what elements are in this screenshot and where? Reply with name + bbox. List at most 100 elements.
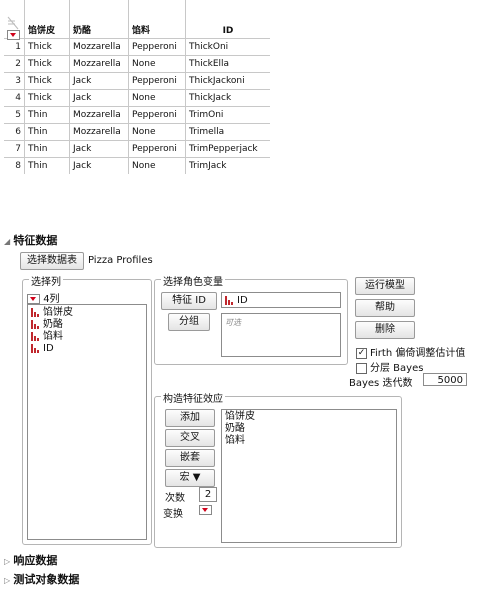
table-menu-icon[interactable] [7,29,20,40]
bayes-iterations-input[interactable]: 5000 [423,373,467,386]
select-table-button[interactable]: 选择数据表 [20,252,84,270]
table-cell: Jack [69,89,129,107]
degree-input[interactable]: 2 [199,487,217,502]
column-list-item[interactable]: ID [31,343,143,355]
row-number[interactable]: 3 [4,72,25,90]
table-cell: TrimPepperjack [185,140,270,158]
feature-id-value: ID [237,295,248,306]
group-button[interactable]: 分组 [168,313,210,331]
disclosure-open-icon[interactable]: ◢ [4,237,10,246]
column-filter-menu-icon[interactable] [27,294,40,304]
row-number[interactable]: 2 [4,55,25,73]
column-header[interactable]: 奶酪 [69,0,129,39]
table-cell: Jack [69,157,129,174]
row-number[interactable]: 8 [4,157,25,174]
feature-id-field[interactable]: ID [221,292,341,308]
table-row[interactable]: 1 Thick Mozzarella Pepperoni ThickOni [4,38,270,56]
bayes-checkbox-row[interactable]: 分层 Bayes [356,359,423,374]
table-row[interactable]: 6 Thin Mozzarella None Trimella [4,123,270,141]
table-header-row: 馅饼皮 奶酪 馅料 ID [4,0,270,40]
data-table: 馅饼皮 奶酪 馅料 ID 1 Thick Mozzarella Pepperoni Th… [4,0,270,174]
table-cell: Thick [24,38,70,56]
section-header-feature-data[interactable]: ◢ 特征数据 [4,232,57,248]
column-list-item-label: ID [43,343,54,354]
table-cell: None [128,55,186,73]
table-row[interactable]: 5 Thin Mozzarella Pepperoni TrimOni [4,106,270,124]
table-cell: Thick [24,72,70,90]
table-cell: Thin [24,123,70,141]
row-number[interactable]: 5 [4,106,25,124]
table-row[interactable]: 4 Thick Jack None ThickJack [4,89,270,107]
table-cell: ThickElla [185,55,270,73]
bayes-label: 分层 Bayes [370,363,424,374]
select-columns-label: 选择列 [29,273,63,288]
table-cell: None [128,89,186,107]
table-cell: Pepperoni [128,106,186,124]
effect-list-item[interactable]: 奶酪 [225,423,393,435]
table-cell: Thin [24,106,70,124]
table-cell: TrimJack [185,157,270,174]
feature-id-button[interactable]: 特征 ID [161,292,217,310]
group-field[interactable]: 可选 [221,313,341,357]
column-header[interactable]: ID [185,0,270,39]
table-corner-icon [7,16,19,30]
section-header-subject-data[interactable]: ▷ 测试对象数据 [4,571,79,587]
macro-button[interactable]: 宏 ▼ [165,469,215,487]
effects-label: 构造特征效应 [161,390,225,405]
table-row[interactable]: 3 Thick Jack Pepperoni ThickJackoni [4,72,270,90]
row-number[interactable]: 4 [4,89,25,107]
add-button[interactable]: 添加 [165,409,215,427]
table-cell: Mozzarella [69,106,129,124]
table-row[interactable]: 7 Thin Jack Pepperoni TrimPepperjack [4,140,270,158]
table-cell: Thin [24,157,70,174]
column-bar-icon [31,319,40,329]
help-button[interactable]: 帮助 [355,299,415,317]
table-corner[interactable] [4,0,25,40]
table-cell: ThickJack [185,89,270,107]
section-header-response-data[interactable]: ▷ 响应数据 [4,552,57,568]
table-cell: Pepperoni [128,38,186,56]
table-cell: Thick [24,55,70,73]
firth-checkbox[interactable]: ✓ [356,347,367,359]
run-model-button[interactable]: 运行模型 [355,277,415,295]
firth-checkbox-row[interactable]: ✓ Firth 偏倚调整估计值 [356,344,465,359]
transform-label: 变换 [163,509,183,520]
table-cell: Pepperoni [128,72,186,90]
cross-button[interactable]: 交叉 [165,429,215,447]
column-list[interactable]: 馅饼皮 奶酪 馅料 ID [27,304,147,540]
column-list-item[interactable]: 奶酪 [31,319,143,331]
effects-group: 构造特征效应 添加 交叉 嵌套 宏 ▼ 次数 2 变换 馅饼皮 奶酪 馅料 [154,390,402,548]
effect-list-item[interactable]: 馅料 [225,435,393,447]
row-number[interactable]: 6 [4,123,25,141]
table-cell: None [128,123,186,141]
column-header[interactable]: 馅料 [128,0,186,39]
column-list-item[interactable]: 馅饼皮 [31,307,143,319]
table-row[interactable]: 2 Thick Mozzarella None ThickElla [4,55,270,73]
nest-button[interactable]: 嵌套 [165,449,215,467]
degree-label: 次数 [165,493,185,504]
effects-list[interactable]: 馅饼皮 奶酪 馅料 [221,409,397,543]
disclosure-closed-icon[interactable]: ▷ [4,576,10,585]
table-cell: ThickJackoni [185,72,270,90]
section-title: 特征数据 [13,234,58,247]
column-count-row[interactable]: 4列 [27,290,60,305]
row-number[interactable]: 1 [4,38,25,56]
table-row[interactable]: 8 Thin Jack None TrimJack [4,157,270,174]
table-cell: TrimOni [185,106,270,124]
disclosure-closed-icon[interactable]: ▷ [4,557,10,566]
remove-button[interactable]: 删除 [355,321,415,339]
effect-list-item[interactable]: 馅饼皮 [225,411,393,423]
select-columns-group: 选择列 4列 馅饼皮 奶酪 馅料 ID [22,273,152,545]
table-cell: Thick [24,89,70,107]
table-cell: Jack [69,72,129,90]
column-header[interactable]: 馅饼皮 [24,0,70,39]
table-cell: Mozzarella [69,38,129,56]
roles-group: 选择角色变量 特征 ID ID 分组 可选 [154,273,348,365]
table-cell: None [128,157,186,174]
row-number[interactable]: 7 [4,140,25,158]
bayes-checkbox[interactable] [356,362,367,374]
column-list-item[interactable]: 馅料 [31,331,143,343]
table-cell: Mozzarella [69,123,129,141]
section-title: 响应数据 [13,554,58,567]
transform-menu-icon[interactable] [199,505,212,515]
